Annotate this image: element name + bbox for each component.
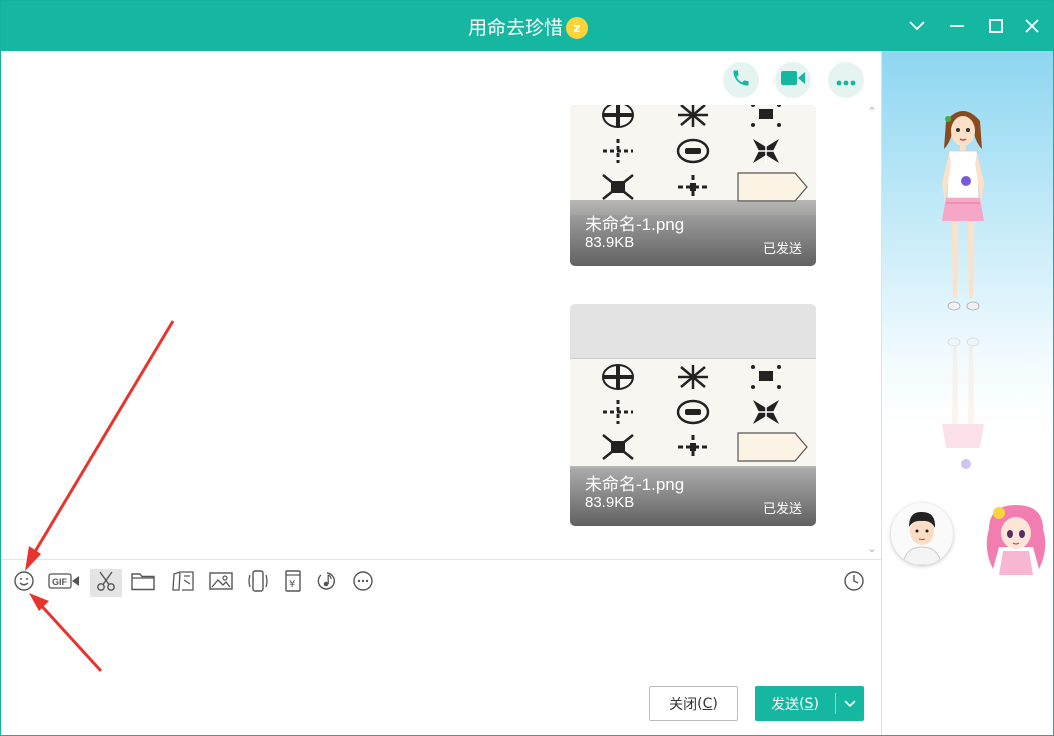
- gold-star-level-icon: z: [566, 17, 588, 39]
- input-toolbar: GIF ¥: [1, 559, 881, 603]
- scroll-up-arrow-icon[interactable]: ⌃: [865, 106, 879, 118]
- music-icon: [316, 570, 338, 596]
- sent-status: 已发送: [762, 242, 802, 257]
- contact-name: 用命去珍惜: [467, 17, 563, 39]
- gif-button[interactable]: GIF: [48, 569, 80, 597]
- phone-shake-icon: [246, 570, 270, 596]
- close-icon[interactable]: [1020, 14, 1044, 38]
- scissors-icon: [95, 570, 117, 596]
- clock-icon: [843, 570, 865, 596]
- close-button[interactable]: 关闭(C): [649, 686, 738, 721]
- file-message-card[interactable]: 未命名-1.png 83.9KB 已发送: [570, 304, 816, 526]
- picture-icon: [209, 571, 233, 595]
- shake-button[interactable]: [243, 569, 273, 597]
- female-avatar-figure: [942, 111, 984, 311]
- chevron-down-icon[interactable]: [905, 14, 929, 38]
- message-area[interactable]: ⌃ ⌄ 未命名-1.png 83.9KB 已发送 未命名-1.png 83.9K…: [1, 51, 881, 559]
- folder-icon: [131, 571, 155, 595]
- chat-window: 用命去珍惜 z ⌃ ⌄ 未命名-1.png 83.9KB 已发送 未命名-1.p…: [0, 0, 1054, 736]
- male-avatar-icon: [891, 503, 953, 565]
- close-button-label: 关闭: [669, 696, 698, 713]
- avatar-reflection: [942, 337, 984, 494]
- message-history-button[interactable]: [839, 569, 869, 597]
- more-circle-icon: [352, 570, 374, 596]
- image-thumbnail: [570, 105, 816, 215]
- shapes-icon: [171, 570, 195, 596]
- file-size: 83.9KB: [585, 494, 635, 511]
- send-image-button[interactable]: [206, 569, 236, 597]
- send-button[interactable]: 发送(S): [755, 686, 835, 721]
- maximize-icon[interactable]: [984, 14, 1008, 38]
- red-packet-button[interactable]: ¥: [278, 569, 308, 597]
- sent-status: 已发送: [762, 502, 802, 517]
- chat-title: 用命去珍惜 z: [1, 13, 1053, 40]
- file-name: 未命名-1.png: [585, 475, 685, 494]
- emoji-button[interactable]: [9, 569, 39, 597]
- screenshot-button[interactable]: [90, 569, 122, 597]
- close-hotkey: C: [702, 695, 713, 712]
- my-avatar[interactable]: [891, 503, 953, 565]
- pink-hair-character-icon: [986, 505, 1046, 575]
- message-input[interactable]: [1, 603, 881, 679]
- send-button-label: 发送: [771, 696, 800, 713]
- smiley-icon: [13, 570, 35, 596]
- svg-text:GIF: GIF: [52, 577, 68, 587]
- yen-packet-icon: ¥: [283, 570, 303, 596]
- gif-camera-icon: GIF: [48, 571, 80, 595]
- music-button[interactable]: [312, 569, 342, 597]
- show-panel-footer: [882, 571, 1053, 735]
- more-tools-button[interactable]: [348, 569, 378, 597]
- image-thumbnail: [570, 358, 816, 468]
- title-bar: 用命去珍惜 z: [1, 1, 1053, 51]
- file-message-card[interactable]: 未命名-1.png 83.9KB 已发送: [570, 105, 816, 266]
- file-name: 未命名-1.png: [585, 215, 685, 234]
- show-panel: [881, 51, 1053, 735]
- file-size: 83.9KB: [585, 234, 635, 251]
- minimize-icon[interactable]: [945, 14, 969, 38]
- chevron-down-icon: [844, 696, 856, 712]
- doodle-button[interactable]: [168, 569, 198, 597]
- send-file-button[interactable]: [128, 569, 158, 597]
- send-options-button[interactable]: [836, 686, 864, 721]
- svg-text:¥: ¥: [289, 579, 295, 590]
- send-button-group: 发送(S): [755, 686, 864, 721]
- send-hotkey: S: [804, 695, 814, 712]
- scroll-down-arrow-icon[interactable]: ⌄: [865, 543, 879, 555]
